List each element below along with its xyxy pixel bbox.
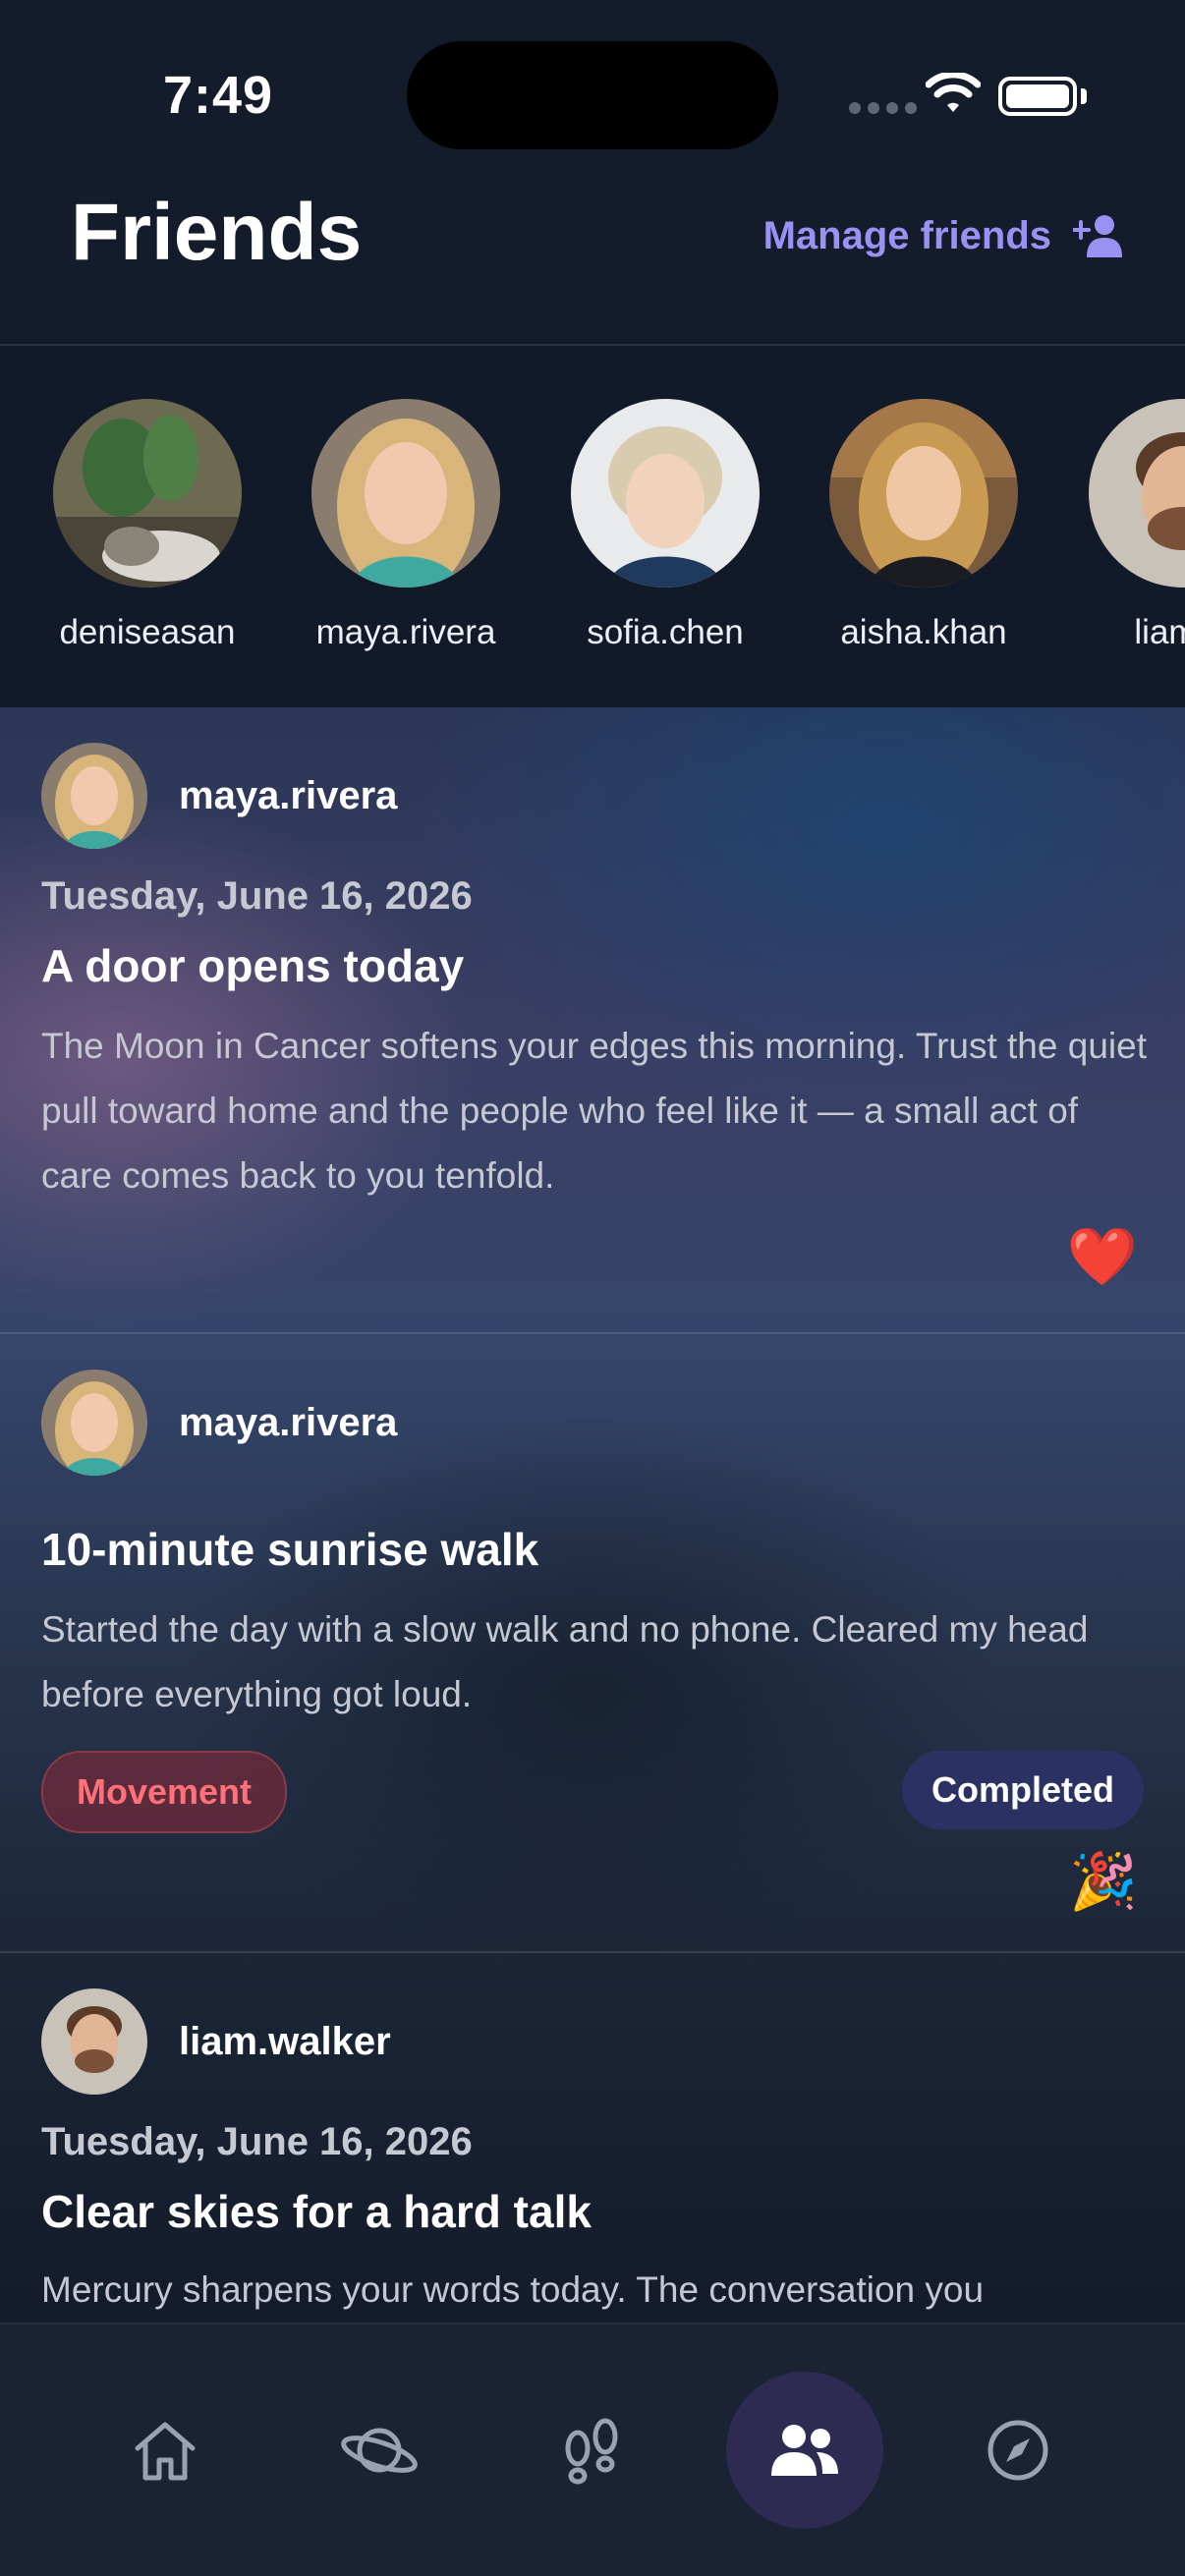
dynamic-island: [407, 41, 778, 149]
story-item[interactable]: deniseasan: [39, 399, 255, 652]
reaction-party-icon[interactable]: 🎉: [1069, 1849, 1138, 1914]
post-author[interactable]: maya.rivera: [41, 1370, 397, 1476]
page-title: Friends: [71, 188, 363, 277]
reaction-heart-icon[interactable]: ❤️: [1067, 1224, 1138, 1291]
avatar: [311, 399, 500, 588]
tab-footsteps[interactable]: [513, 2372, 670, 2529]
story-username: sofia.chen: [587, 613, 744, 651]
post-body: Mercury sharpens your words today. The c…: [41, 2269, 985, 2310]
post-title: Clear skies for a hard talk: [41, 2186, 592, 2237]
post-title: 10-minute sunrise walk: [41, 1524, 539, 1575]
page-header: Friends Manage friends: [0, 177, 1185, 346]
battery-icon: [998, 77, 1077, 116]
footsteps-icon: [565, 2418, 618, 2485]
avatar: [1089, 399, 1185, 588]
manage-friends-button[interactable]: Manage friends: [763, 212, 1124, 259]
story-username: liam.w: [1134, 613, 1185, 651]
post-body: The Moon in Cancer softens your edges th…: [41, 1026, 1147, 1196]
avatar: [41, 1988, 147, 2095]
post-author[interactable]: maya.rivera: [41, 743, 397, 849]
post-username: maya.rivera: [179, 773, 398, 817]
avatar: [41, 1370, 147, 1476]
story-username: deniseasan: [59, 613, 236, 651]
category-tag: Movement: [41, 1751, 288, 1833]
status-bar: 7:49: [0, 0, 1185, 177]
post-body: Started the day with a slow walk and no …: [41, 1609, 1089, 1714]
tab-explore[interactable]: [939, 2372, 1097, 2529]
bottom-tab-bar: [0, 2323, 1185, 2576]
post-title: A door opens today: [41, 940, 465, 991]
friends-icon: [771, 2425, 838, 2476]
cellular-signal-icon: [849, 102, 917, 114]
post-author[interactable]: liam.walker: [41, 1988, 391, 2095]
status-time: 7:49: [163, 66, 274, 125]
post-username: maya.rivera: [179, 1400, 398, 1444]
friends-stories-row: deniseasan maya.rivera sofia.chen aisha.…: [0, 346, 1185, 707]
avatar: [41, 743, 147, 849]
feed-post[interactable]: maya.rivera 10-minute sunrise walk Start…: [0, 1334, 1185, 1953]
post-username: liam.walker: [179, 2019, 391, 2063]
story-item[interactable]: maya.rivera: [298, 399, 514, 652]
wifi-icon: [926, 73, 981, 112]
completed-badge: Completed: [901, 1751, 1144, 1829]
tab-home[interactable]: [86, 2372, 244, 2529]
post-date: Tuesday, June 16, 2026: [41, 874, 473, 918]
avatar: [571, 399, 760, 588]
story-username: aisha.khan: [840, 613, 1007, 651]
avatar: [829, 399, 1018, 588]
story-item[interactable]: aisha.khan: [816, 399, 1032, 652]
tab-friends[interactable]: [726, 2372, 883, 2529]
planet-icon: [341, 2428, 418, 2473]
friends-feed[interactable]: maya.rivera Tuesday, June 16, 2026 A doo…: [0, 707, 1185, 2323]
manage-friends-label: Manage friends: [762, 213, 1051, 257]
add-person-icon: [1073, 215, 1122, 257]
avatar: [53, 399, 242, 588]
home-icon: [135, 2422, 196, 2481]
feed-post[interactable]: maya.rivera Tuesday, June 16, 2026 A doo…: [0, 707, 1185, 1334]
post-date: Tuesday, June 16, 2026: [41, 2120, 473, 2163]
story-item[interactable]: sofia.chen: [557, 399, 773, 652]
tab-planet[interactable]: [301, 2372, 458, 2529]
story-username: maya.rivera: [315, 613, 496, 651]
story-item[interactable]: liam.w: [1075, 399, 1185, 652]
feed-post[interactable]: liam.walker Tuesday, June 16, 2026 Clear…: [0, 1953, 1185, 2323]
compass-icon: [988, 2420, 1048, 2481]
